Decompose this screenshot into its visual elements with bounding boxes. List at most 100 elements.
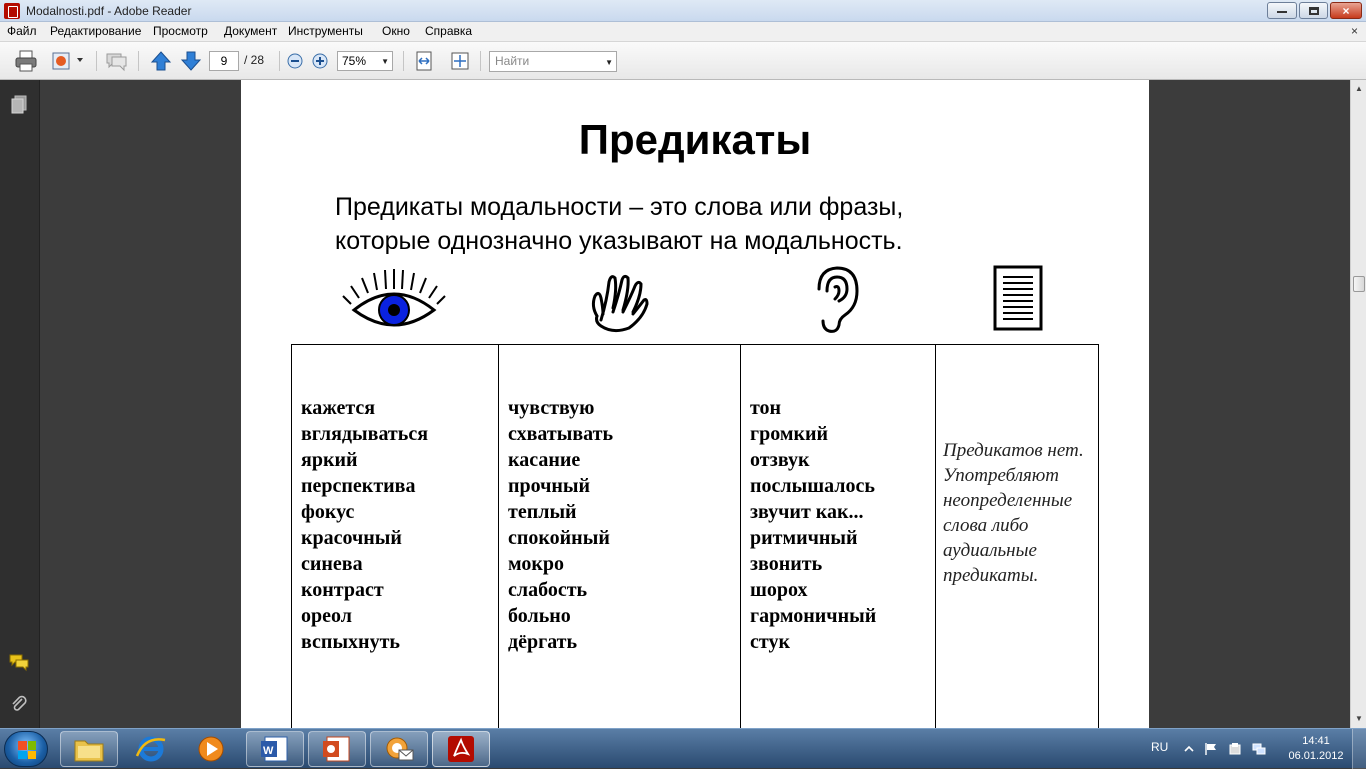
mail-icon [386,737,414,761]
zoom-out-button[interactable] [282,49,308,73]
print-button[interactable] [13,49,39,73]
close-document-button[interactable]: × [1351,24,1358,38]
list-item: отзвук [750,449,810,471]
list-item: послышалось [750,475,875,497]
menu-window[interactable]: Окно [382,24,410,38]
menu-file[interactable]: Файл [7,24,37,38]
menu-help[interactable]: Справка [425,24,472,38]
document-viewport[interactable]: Предикаты Предикаты модальности – это сл… [40,80,1350,728]
chevron-down-icon: ▼ [381,57,389,66]
list-item: дёргать [508,631,578,653]
svg-text:W: W [263,745,274,757]
flag-icon[interactable] [1204,742,1218,756]
internet-explorer-taskbar-button[interactable] [122,731,180,767]
intro-line: Предикаты модальности – это слова или фр… [335,193,904,221]
arrow-up-icon [150,51,172,71]
list-item: фокус [301,501,355,523]
speech-bubble-icon [106,53,127,72]
pages-icon[interactable] [9,94,29,114]
find-placeholder: Найти [495,54,530,68]
internet-explorer-icon [135,736,166,762]
arrow-down-icon [180,51,202,71]
kinesthetic-predicates-list: чувствую схватывать касание прочный тепл… [508,395,613,655]
zoom-level-select[interactable]: 75% ▼ [337,51,393,71]
media-player-taskbar-button[interactable] [182,731,240,767]
vertical-scrollbar[interactable]: ▲ ▼ [1350,80,1366,728]
list-item: звонить [750,553,823,575]
toolbar-separator [279,51,280,71]
device-icon[interactable] [1228,742,1242,756]
list-item: касание [508,449,581,471]
list-item: красочный [301,527,402,549]
find-input[interactable]: Найти ▼ [489,51,617,72]
auditory-predicates-column: тон громкий отзвук послышалось звучит ка… [741,345,936,728]
scroll-up-icon[interactable]: ▲ [1352,82,1366,96]
word-taskbar-button[interactable]: W [246,731,304,767]
show-desktop-button[interactable] [1352,729,1366,769]
list-item: синева [301,553,363,575]
fit-page-button[interactable] [447,49,473,73]
network-icon[interactable] [1252,742,1266,756]
auditory-predicates-list: тон громкий отзвук послышалось звучит ка… [750,395,876,655]
paperclip-icon[interactable] [9,694,29,714]
media-player-icon [198,736,224,762]
close-window-button[interactable]: × [1330,2,1362,19]
menu-tools[interactable]: Инструменты [288,24,363,38]
digital-predicates-column: Предикатов нет. Употребляют неопределенн… [936,345,1098,728]
toolbar-separator [96,51,97,71]
list-item: громкий [750,423,829,445]
explorer-taskbar-button[interactable] [60,731,118,767]
scrollbar-thumb[interactable] [1353,276,1365,292]
list-item: прочный [508,475,591,497]
hand-icon [591,274,649,333]
adobe-reader-taskbar-button[interactable] [432,731,490,767]
menu-view[interactable]: Просмотр [153,24,208,38]
previous-page-button[interactable] [148,49,174,73]
intro-line: которые однозначно указывают на модально… [335,227,903,255]
minimize-button[interactable] [1267,2,1297,19]
list-item: перспектива [301,475,416,497]
list-item: ритмичный [750,527,858,549]
attach-file-button[interactable] [48,49,86,73]
adobe-reader-icon [448,736,474,762]
language-indicator[interactable]: RU [1151,740,1168,754]
toolbar-separator [480,51,481,71]
fit-width-button[interactable] [411,49,437,73]
system-clock[interactable]: 14:41 06.01.2012 [1288,734,1344,764]
page-heading: Предикаты [578,116,812,163]
windows-logo-icon [18,741,36,759]
list-item: мокро [508,553,565,575]
mail-taskbar-button[interactable] [370,731,428,767]
menu-document[interactable]: Документ [224,24,277,38]
clock-date: 06.01.2012 [1288,750,1344,762]
scroll-down-icon[interactable]: ▼ [1352,712,1366,726]
toolbar-separator [138,51,139,71]
comment-button[interactable] [103,49,129,73]
adobe-reader-window: Modalnosti.pdf - Adobe Reader × Файл Ред… [0,0,1366,769]
list-item: схватывать [508,423,614,445]
tray-arrow-icon[interactable] [1182,742,1196,756]
comments-icon[interactable] [9,652,29,672]
maximize-button[interactable] [1299,2,1328,19]
zoom-level-value: 75% [342,54,367,68]
page-number-input[interactable]: 9 [209,51,239,71]
list-item: чувствую [508,397,595,419]
windows-taskbar: W RU 14:41 06.01.2012 [0,728,1366,769]
predicates-table: кажется вглядываться яркий перспектива ф… [291,344,1099,728]
printer-icon [15,50,37,72]
no-predicates-note: Предикатов нет. Употребляют неопределенн… [943,440,1084,586]
next-page-button[interactable] [178,49,204,73]
list-item: тон [750,397,782,419]
close-icon: × [1342,3,1350,18]
zoom-out-icon [287,53,303,69]
list-item: слабость [508,579,588,601]
powerpoint-taskbar-button[interactable] [308,731,366,767]
start-button[interactable] [4,731,48,767]
zoom-in-button[interactable] [307,49,333,73]
pdf-page: Предикаты Предикаты модальности – это сл… [241,80,1149,728]
list-item: ореол [301,605,352,627]
fit-page-icon [451,52,469,70]
menu-edit[interactable]: Редактирование [50,24,141,38]
toolbar-separator [403,51,404,71]
list-item: яркий [301,449,358,471]
